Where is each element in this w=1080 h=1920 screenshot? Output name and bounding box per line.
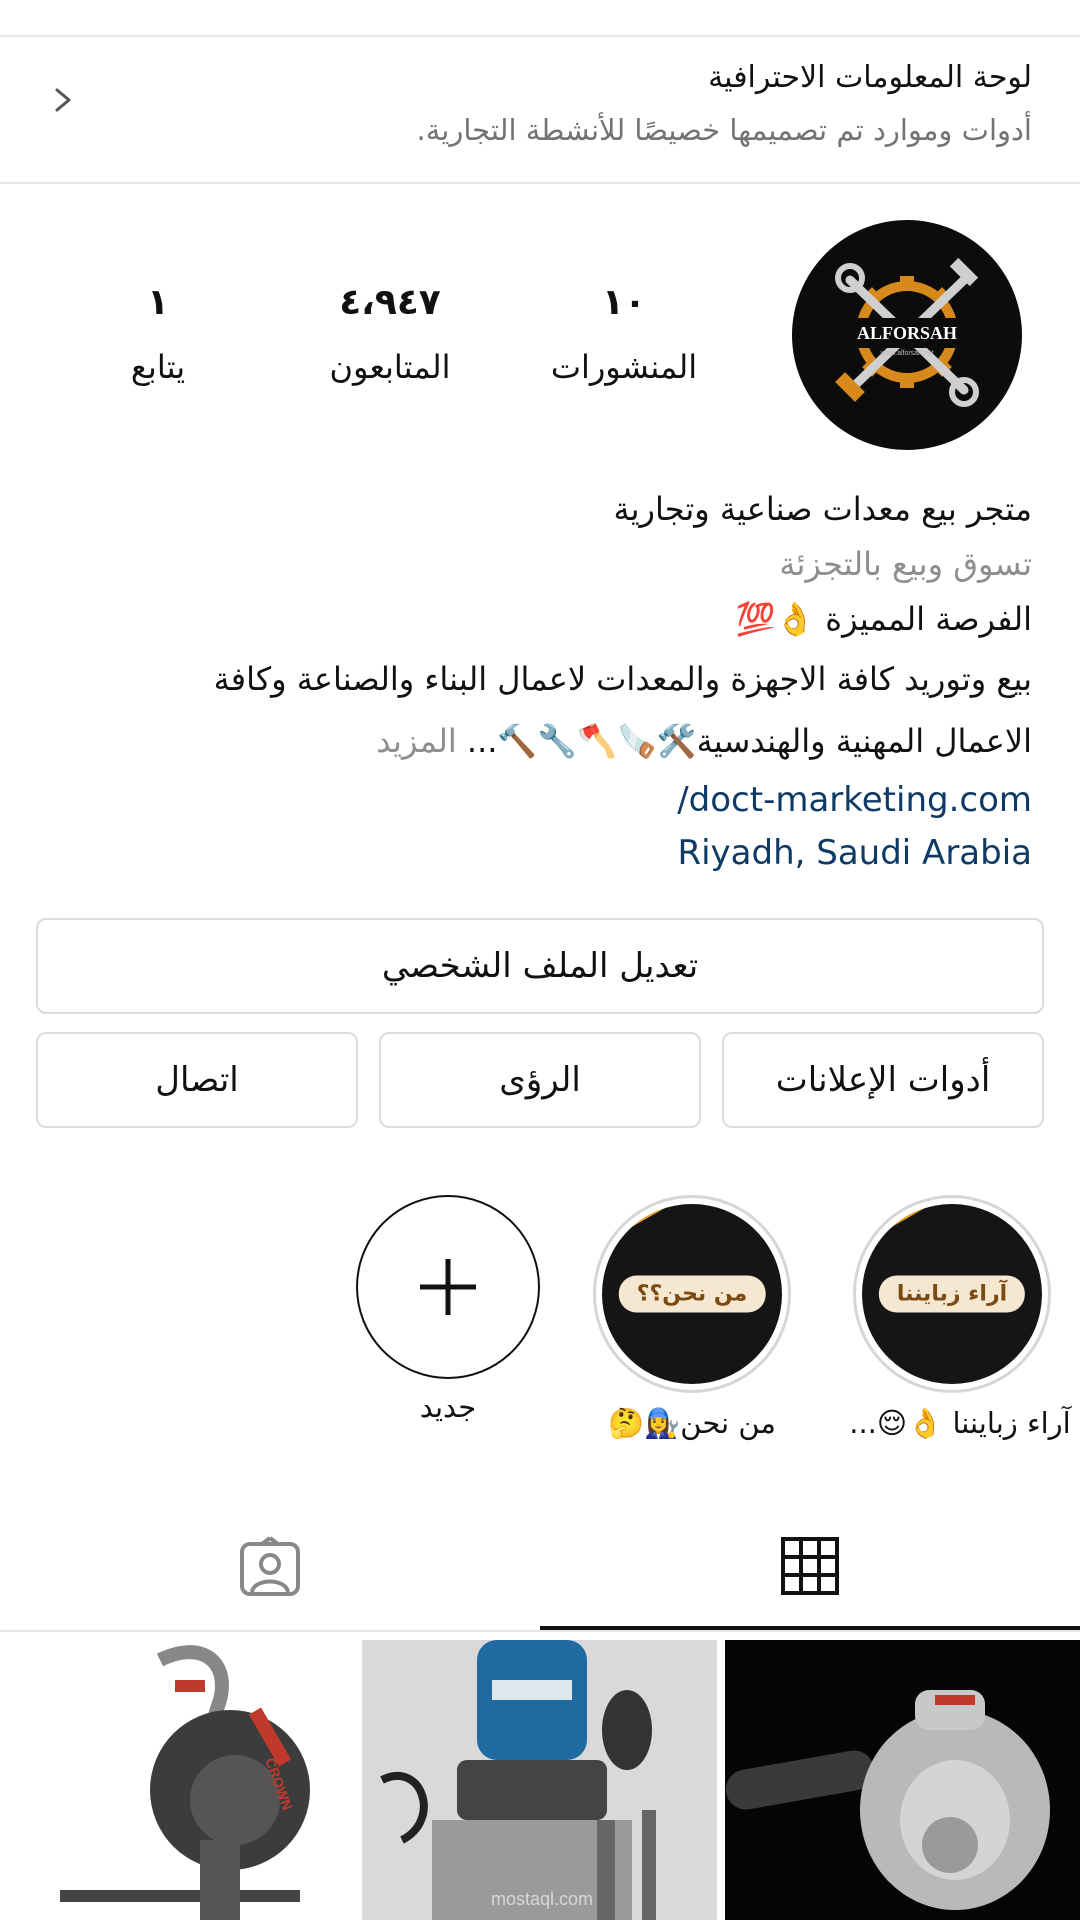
bio-line-1: الفرصة المميزة 👌💯 [735,600,1032,638]
highlight-about-us[interactable]: من نحن؟؟ [593,1195,791,1393]
edit-profile-button[interactable]: تعديل الملف الشخصي [36,918,1044,1014]
highlight-reviews-cover: آراء زبايننا [878,1275,1026,1313]
profile-category: تسوق وبيع بالتجزئة [779,545,1032,583]
dashboard-subtitle: أدوات وموارد تم تصميمها خصيصًا للأنشطة ا… [416,113,1033,147]
post-thumbnail-1[interactable] [725,1640,1080,1920]
highlight-about-us-label: من نحن👩‍🔧🤔 [608,1406,776,1440]
cut-off-saw-image: CROWN [60,1645,310,1920]
post-thumbnail-2[interactable]: mostaql.com [362,1640,717,1920]
plus-icon [420,1259,476,1315]
tagged-person-icon[interactable] [238,1536,302,1598]
profile-name: متجر بيع معدات صناعية وتجارية [613,490,1032,528]
followers-label[interactable]: المتابعون [280,348,500,386]
svg-text:www.alforsah.net: www.alforsah.net [879,350,933,357]
posts-label[interactable]: المنشورات [514,348,734,386]
following-count: ١ [147,282,169,323]
profile-avatar[interactable]: ALFORSAH www.alforsah.net [792,220,1022,450]
active-tab-indicator [540,1626,1080,1630]
location-link[interactable]: Riyadh, Saudi Arabia [677,833,1032,873]
tabs-divider [0,1630,1080,1632]
new-highlight-button[interactable] [356,1195,540,1379]
posts-count: ١٠ [602,282,646,323]
leaf-blower-image [725,1690,1050,1910]
highlight-reviews-label: آراء زبايننا 👌😌... [849,1406,1071,1440]
dashboard-title: لوحة المعلومات الاحترافية [708,60,1032,95]
grid-icon[interactable] [780,1536,840,1596]
bio-line-2: بيع وتوريد كافة الاجهزة والمعدات لاعمال … [213,660,1032,698]
svg-text:mostaql.com: mostaql.com [491,1889,593,1909]
highlight-about-us-cover: من نحن؟؟ [618,1275,766,1313]
post-thumbnail-3[interactable]: CROWN [0,1640,355,1920]
bio-more-link[interactable]: المزيد [376,722,457,760]
svg-text:ALFORSAH: ALFORSAH [857,323,957,343]
followers-count: ٤،٩٤٧ [339,282,441,323]
highlight-reviews[interactable]: آراء زبايننا [853,1195,1051,1393]
bio-line-3: الاعمال المهنية والهندسية🛠️🪚🪓🔧🔨... المزي… [376,722,1032,760]
chevron-right-icon[interactable] [48,85,78,115]
alforsah-logo: ALFORSAH www.alforsah.net [832,257,982,407]
router-tool-image: mostaql.com [362,1640,717,1920]
new-highlight-label: جديد [419,1390,477,1424]
bio-line-3-text: الاعمال المهنية والهندسية🛠️🪚🪓🔧🔨... [466,722,1032,760]
following-label[interactable]: يتابع [48,348,268,386]
ad-tools-button[interactable]: أدوات الإعلانات [722,1032,1044,1128]
contact-button[interactable]: اتصال [36,1032,358,1128]
insights-button[interactable]: الرؤى [379,1032,701,1128]
website-link[interactable]: /doct-marketing.com [677,780,1032,820]
